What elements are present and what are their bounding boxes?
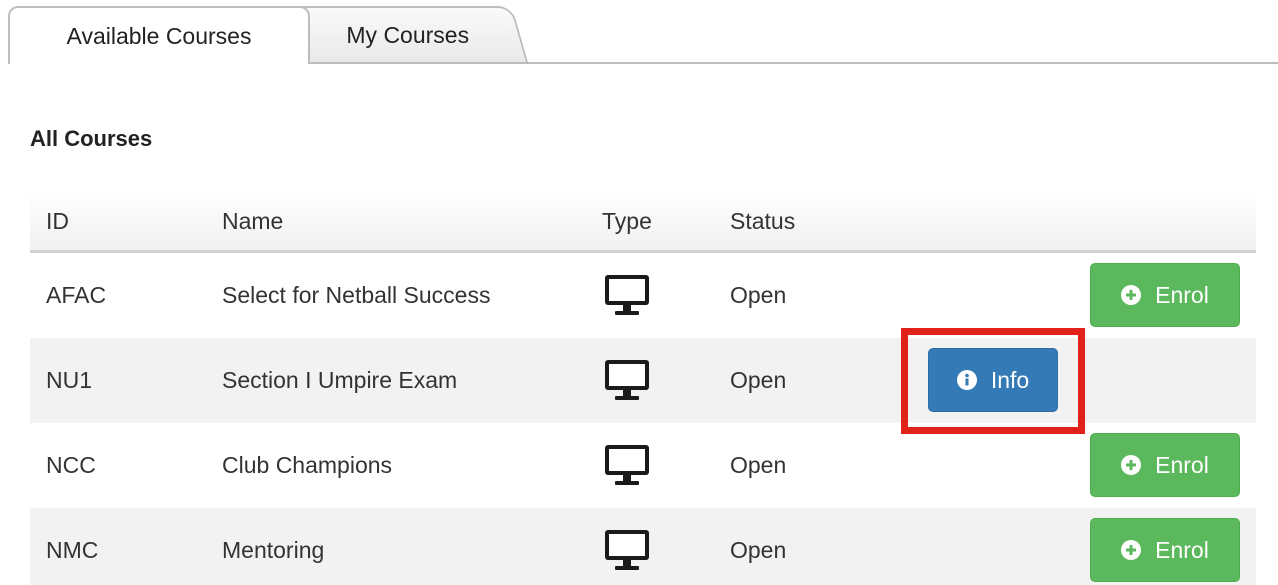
courses-table: ID Name Type Status AFAC Select for Netb… — [30, 188, 1256, 585]
enrol-button-label: Enrol — [1155, 451, 1209, 478]
tab-bar: Available Courses My Courses — [0, 0, 1278, 66]
tab-available-courses[interactable]: Available Courses — [8, 6, 310, 64]
plus-circle-icon — [1121, 285, 1142, 305]
table-row: NMC Mentoring Open Enrol — [30, 508, 1256, 585]
course-catalog-page: Available Courses My Courses All Courses… — [0, 0, 1278, 585]
course-status: Open — [730, 452, 787, 478]
course-status: Open — [730, 537, 787, 563]
header-type: Type — [602, 208, 652, 234]
course-name: Section I Umpire Exam — [222, 367, 458, 393]
enrol-button-label: Enrol — [1155, 536, 1209, 563]
monitor-icon — [605, 360, 649, 400]
monitor-icon — [605, 275, 649, 315]
plus-circle-icon — [1121, 455, 1142, 475]
course-status: Open — [730, 367, 787, 393]
tab-label: Available Courses — [66, 22, 252, 49]
table-row: AFAC Select for Netball Success Open Enr… — [30, 253, 1256, 338]
header-id: ID — [46, 208, 69, 234]
header-status: Status — [730, 208, 796, 234]
info-button[interactable]: Info — [928, 348, 1058, 412]
monitor-icon — [605, 530, 649, 570]
plus-circle-icon — [1121, 540, 1142, 560]
course-status: Open — [730, 282, 787, 308]
monitor-icon — [605, 445, 649, 485]
course-name: Select for Netball Success — [222, 282, 491, 308]
info-circle-icon — [956, 370, 977, 390]
course-name: Club Champions — [222, 452, 393, 478]
enrol-button[interactable]: Enrol — [1090, 518, 1240, 582]
course-id: NMC — [46, 537, 99, 563]
table-row: NCC Club Champions Open Enrol — [30, 423, 1256, 508]
course-id: NCC — [46, 452, 96, 478]
table-header: ID Name Type Status — [30, 188, 1256, 253]
enrol-button[interactable]: Enrol — [1090, 263, 1240, 327]
enrol-button[interactable]: Enrol — [1090, 433, 1240, 497]
tab-my-courses[interactable]: My Courses — [285, 6, 528, 62]
course-id: AFAC — [46, 282, 107, 308]
header-name: Name — [222, 208, 284, 234]
table-row: NU1 Section I Umpire Exam Open Info — [30, 328, 1256, 434]
section-title: All Courses — [30, 126, 153, 151]
enrol-button-label: Enrol — [1155, 281, 1209, 308]
course-name: Mentoring — [222, 537, 325, 563]
info-button-label: Info — [990, 366, 1030, 393]
course-id: NU1 — [46, 367, 93, 393]
tab-label: My Courses — [345, 21, 469, 48]
